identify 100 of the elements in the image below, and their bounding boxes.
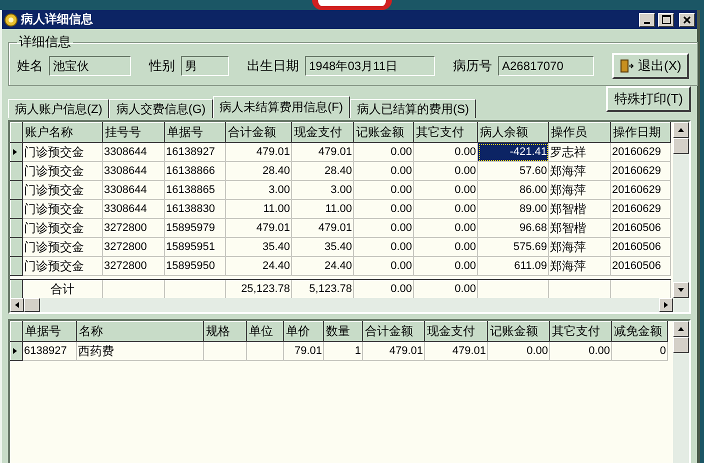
column-header[interactable]: 操作员 <box>548 122 610 142</box>
down-arrow-icon <box>677 286 685 294</box>
column-header[interactable]: 其它支付 <box>414 122 478 142</box>
table-cell: 3.00 <box>292 180 354 200</box>
tab[interactable]: 病人账户信息(Z) <box>8 99 110 118</box>
column-header[interactable]: 减免金额 <box>612 322 668 342</box>
table-cell: 11.00 <box>292 200 354 218</box>
table-cell: 0.00 <box>354 218 414 238</box>
table-cell: 郑海萍 <box>548 180 610 200</box>
row-selector[interactable] <box>10 180 22 200</box>
horizontal-scrollbar[interactable] <box>10 298 689 312</box>
maximize-button[interactable] <box>658 12 674 26</box>
column-header[interactable]: 挂号号 <box>102 122 164 142</box>
column-header[interactable]: 合计金额 <box>362 322 424 342</box>
table-cell: 575.69 <box>478 238 548 256</box>
row-selector[interactable] <box>10 280 22 298</box>
column-header[interactable]: 名称 <box>76 322 204 342</box>
column-header[interactable]: 病人余额 <box>478 122 548 142</box>
table-cell: 479.01 <box>226 142 292 162</box>
field-label: 出生日期 <box>247 57 299 75</box>
column-header[interactable]: 其它支付 <box>550 322 612 342</box>
minimize-button[interactable] <box>639 12 655 26</box>
table-cell: 15895950 <box>164 256 226 276</box>
text-field[interactable]: 男 <box>181 56 229 76</box>
row-selector[interactable] <box>10 256 22 276</box>
column-header[interactable]: 记账金额 <box>488 322 550 342</box>
table-cell: 35.40 <box>226 238 292 256</box>
table-cell: 门诊预交金 <box>22 180 102 200</box>
table-cell: 15895951 <box>164 238 226 256</box>
row-selector[interactable] <box>10 238 22 256</box>
column-header[interactable]: 现金支付 <box>292 122 354 142</box>
scroll-down-button[interactable] <box>673 282 689 298</box>
table-cell: 0.00 <box>488 342 550 360</box>
table-cell: 57.60 <box>478 162 548 180</box>
table-cell: 门诊预交金 <box>22 238 102 256</box>
field-label: 性别 <box>149 57 175 75</box>
table-cell: 24.40 <box>292 256 354 276</box>
column-header[interactable]: 操作日期 <box>610 122 670 142</box>
table-cell: 门诊预交金 <box>22 218 102 238</box>
table-cell: 3308644 <box>102 180 164 200</box>
tab[interactable]: 病人未结算费用信息(F) <box>212 96 350 118</box>
field-label: 病历号 <box>453 57 492 75</box>
scroll-left-button[interactable] <box>10 298 24 312</box>
table-cell: 479.01 <box>424 342 488 360</box>
window-title: 病人详细信息 <box>21 11 94 28</box>
table-cell: 门诊预交金 <box>22 256 102 276</box>
row-selector[interactable] <box>10 142 22 162</box>
column-header[interactable]: 单据号 <box>164 122 226 142</box>
text-field[interactable]: 1948年03月11日 <box>305 56 435 76</box>
table-cell: 1 <box>324 342 362 360</box>
tab[interactable]: 病人交费信息(G) <box>109 99 213 118</box>
vertical-scrollbar[interactable] <box>673 321 689 463</box>
row-selector[interactable] <box>10 162 22 180</box>
column-header[interactable]: 数量 <box>324 322 362 342</box>
column-header[interactable]: 单位 <box>246 322 284 342</box>
exit-button[interactable]: 退出(X) <box>612 53 690 79</box>
up-arrow-icon <box>677 126 685 134</box>
right-arrow-icon <box>11 347 19 355</box>
scroll-right-button[interactable] <box>659 298 673 312</box>
empty-cell <box>204 342 246 360</box>
text-field[interactable]: 池宝伙 <box>49 56 131 76</box>
column-header[interactable]: 账户名称 <box>22 122 102 142</box>
table-cell: 门诊预交金 <box>22 162 102 180</box>
table-cell: 479.01 <box>362 342 424 360</box>
group-legend: 详细信息 <box>17 33 73 51</box>
table-cell: 西药费 <box>76 342 204 360</box>
table-cell: 0.00 <box>414 256 478 276</box>
table-cell: 0 <box>612 342 668 360</box>
column-header[interactable]: 单据号 <box>22 322 76 342</box>
column-header[interactable]: 记账金额 <box>354 122 414 142</box>
column-header[interactable]: 单价 <box>284 322 324 342</box>
special-print-button[interactable]: 特殊打印(T) <box>606 86 691 112</box>
table-cell: 28.40 <box>226 162 292 180</box>
table-cell: 89.00 <box>478 200 548 218</box>
table-cell: 16138830 <box>164 200 226 218</box>
close-button[interactable] <box>679 12 695 26</box>
column-header[interactable]: 规格 <box>204 322 246 342</box>
column-header[interactable]: 现金支付 <box>424 322 488 342</box>
door-exit-icon <box>620 59 634 73</box>
table-cell: 0.00 <box>354 162 414 180</box>
app-icon <box>4 12 18 26</box>
table-cell: 16138927 <box>164 142 226 162</box>
table-cell: 0.00 <box>354 238 414 256</box>
scroll-thumb[interactable] <box>673 337 689 353</box>
column-header[interactable]: 合计金额 <box>226 122 292 142</box>
text-field[interactable]: A26817070 <box>498 56 594 76</box>
vertical-scrollbar[interactable] <box>673 122 689 298</box>
scroll-up-button[interactable] <box>673 321 689 337</box>
scroll-up-button[interactable] <box>673 122 689 138</box>
row-selector[interactable] <box>10 200 22 218</box>
table-cell: 479.01 <box>292 142 354 162</box>
row-selector[interactable] <box>10 218 22 238</box>
right-arrow-icon <box>662 301 670 309</box>
row-selector[interactable] <box>10 342 22 360</box>
tab[interactable]: 病人已结算的费用(S) <box>350 99 476 118</box>
table-cell: 20160506 <box>610 218 670 238</box>
table-cell: 96.68 <box>478 218 548 238</box>
scroll-thumb[interactable] <box>673 138 689 154</box>
table-cell: 0.00 <box>414 180 478 200</box>
scroll-thumb[interactable] <box>24 298 40 312</box>
